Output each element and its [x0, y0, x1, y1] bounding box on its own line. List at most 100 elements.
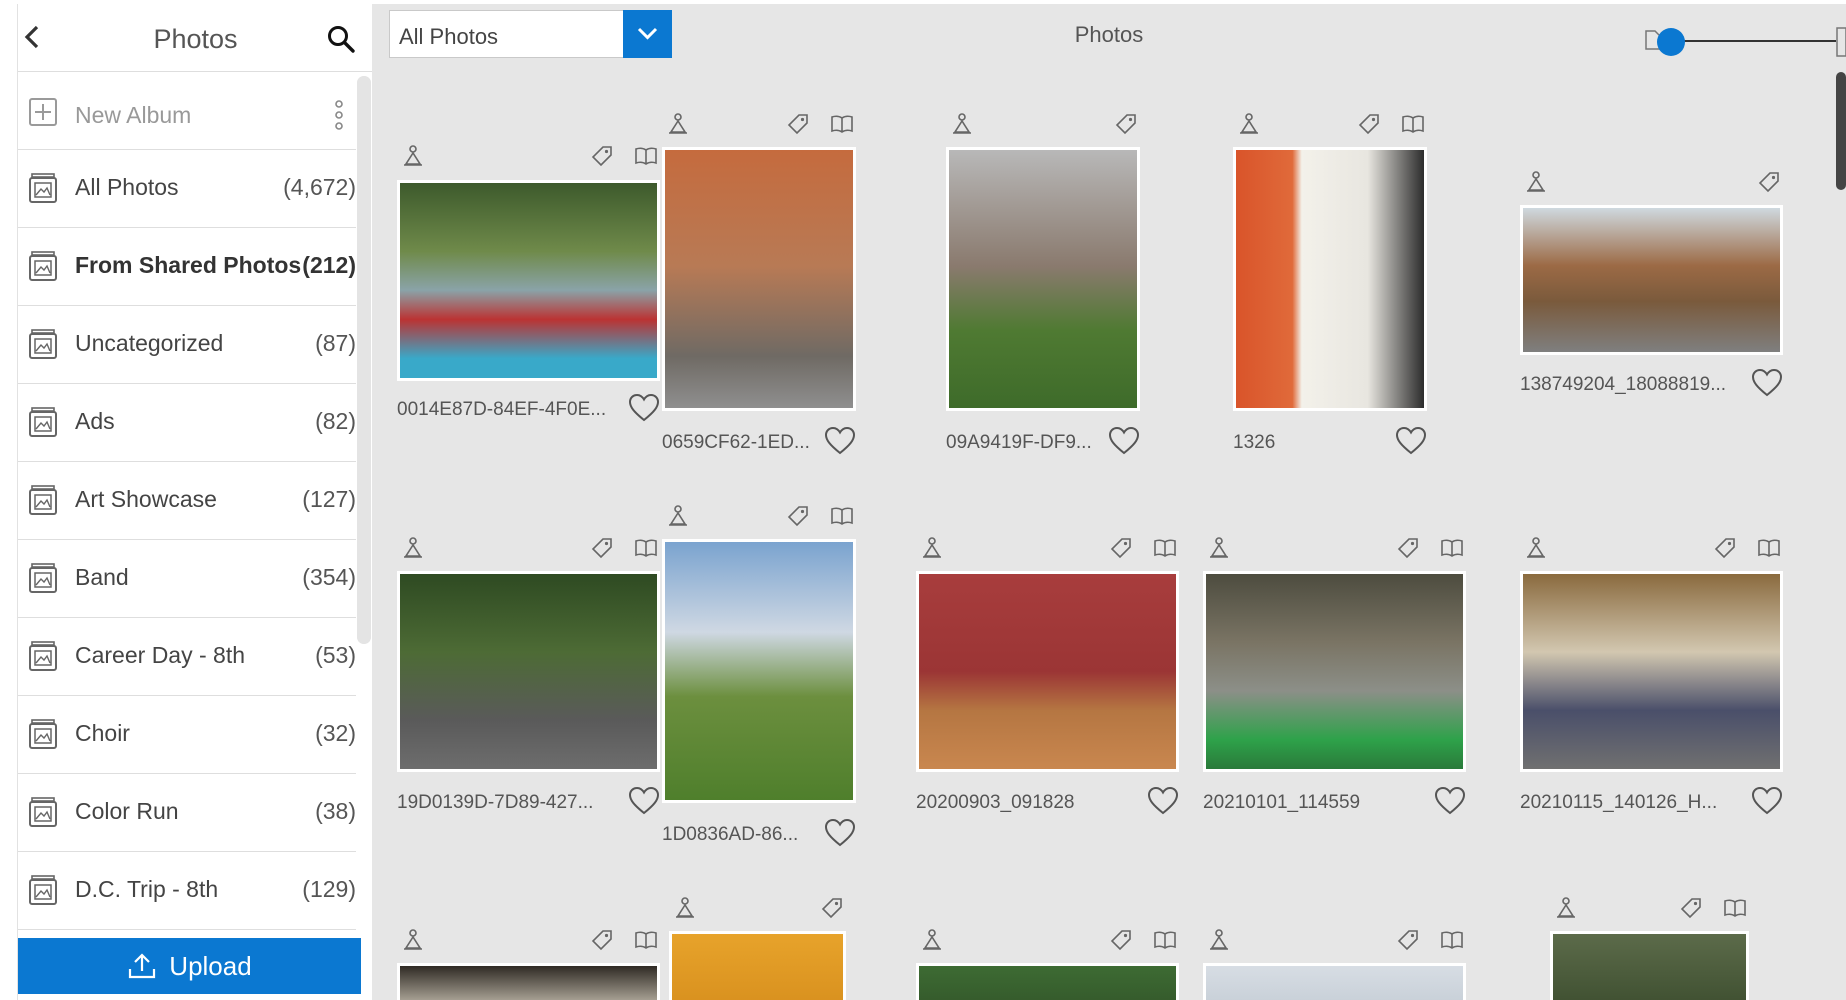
more-options-icon[interactable] [334, 99, 344, 131]
photo-album-icon [29, 173, 57, 203]
photo-thumbnail[interactable] [669, 931, 846, 1000]
book-icon[interactable] [1401, 112, 1425, 136]
person-tag-icon[interactable] [666, 504, 690, 528]
photo-thumbnail[interactable] [1233, 147, 1427, 411]
tag-icon[interactable] [786, 504, 810, 528]
sidebar-scrollbar-thumb[interactable] [357, 76, 371, 644]
photo-thumbnail[interactable] [397, 571, 660, 772]
photo-thumbnail[interactable] [397, 963, 660, 1000]
book-icon[interactable] [1153, 928, 1177, 952]
photo-album-icon [29, 251, 57, 281]
album-name: Color Run [75, 798, 179, 824]
photo-thumbnail[interactable] [1520, 205, 1783, 355]
favorite-heart-icon[interactable] [1108, 426, 1140, 456]
album-count: (127) [302, 486, 356, 512]
tag-icon[interactable] [820, 896, 844, 920]
photo-thumbnail[interactable] [1520, 571, 1783, 772]
album-name: Career Day - 8th [75, 642, 246, 668]
book-icon[interactable] [634, 928, 658, 952]
tag-icon[interactable] [1114, 112, 1138, 136]
photo-thumbnail[interactable] [397, 180, 660, 381]
album-row[interactable]: D.C. Trip - 8th (129) [18, 852, 356, 930]
book-icon[interactable] [1723, 896, 1747, 920]
photo-thumbnail[interactable] [1203, 571, 1466, 772]
album-row[interactable]: Art Showcase (127) [18, 462, 356, 540]
sidebar-scrollbar[interactable] [357, 76, 371, 644]
photo-thumbnail[interactable] [1203, 963, 1466, 1000]
person-tag-icon[interactable] [673, 896, 697, 920]
favorite-heart-icon[interactable] [1147, 786, 1179, 816]
search-icon[interactable] [326, 24, 356, 54]
tag-icon[interactable] [590, 144, 614, 168]
photo-thumbnail[interactable] [916, 571, 1179, 772]
tag-icon[interactable] [1109, 928, 1133, 952]
album-name: Ads [75, 408, 115, 434]
book-icon[interactable] [634, 536, 658, 560]
book-icon[interactable] [1153, 536, 1177, 560]
new-album-row[interactable]: New Album [18, 72, 356, 150]
tag-icon[interactable] [786, 112, 810, 136]
favorite-heart-icon[interactable] [1434, 786, 1466, 816]
person-tag-icon[interactable] [920, 928, 944, 952]
book-icon[interactable] [830, 112, 854, 136]
photo-file-name: 0659CF62-1ED... [662, 432, 810, 453]
person-tag-icon[interactable] [401, 144, 425, 168]
book-icon[interactable] [1440, 928, 1464, 952]
photo-album-icon [29, 875, 57, 905]
tag-icon[interactable] [1713, 536, 1737, 560]
album-row[interactable]: Ads (82) [18, 384, 356, 462]
tag-icon[interactable] [1396, 536, 1420, 560]
tag-icon[interactable] [590, 536, 614, 560]
favorite-heart-icon[interactable] [628, 786, 660, 816]
photo-file-name: 09A9419F-DF9... [946, 432, 1092, 453]
photo-file-name: 1D0836AD-86... [662, 824, 799, 845]
thumbnail-size-slider[interactable] [1626, 22, 1846, 62]
album-row[interactable]: Color Run (38) [18, 774, 356, 852]
person-tag-icon[interactable] [1524, 170, 1548, 194]
tag-icon[interactable] [1109, 536, 1133, 560]
photo-file-name: 0014E87D-84EF-4F0E... [397, 399, 607, 420]
person-tag-icon[interactable] [1524, 536, 1548, 560]
book-icon[interactable] [1440, 536, 1464, 560]
person-tag-icon[interactable] [1207, 536, 1231, 560]
favorite-heart-icon[interactable] [824, 818, 856, 848]
photo-thumbnail[interactable] [1550, 931, 1749, 1000]
tag-icon[interactable] [590, 928, 614, 952]
upload-button[interactable]: Upload [18, 938, 361, 994]
favorite-heart-icon[interactable] [1395, 426, 1427, 456]
favorite-heart-icon[interactable] [1751, 368, 1783, 398]
book-icon[interactable] [830, 504, 854, 528]
person-tag-icon[interactable] [950, 112, 974, 136]
album-row[interactable]: All Photos (4,672) [18, 150, 356, 228]
album-row[interactable]: Band (354) [18, 540, 356, 618]
album-row[interactable]: Uncategorized (87) [18, 306, 356, 384]
person-tag-icon[interactable] [666, 112, 690, 136]
photo-thumbnail[interactable] [662, 539, 856, 803]
tag-icon[interactable] [1357, 112, 1381, 136]
grid-scrollbar-thumb[interactable] [1836, 72, 1846, 190]
tag-icon[interactable] [1396, 928, 1420, 952]
book-icon[interactable] [634, 144, 658, 168]
tag-icon[interactable] [1679, 896, 1703, 920]
person-tag-icon[interactable] [401, 928, 425, 952]
photo-thumbnail[interactable] [916, 963, 1179, 1000]
grid-title: Photos [1074, 22, 1144, 47]
person-tag-icon[interactable] [1554, 896, 1578, 920]
album-row[interactable]: Choir (32) [18, 696, 356, 774]
person-tag-icon[interactable] [1237, 112, 1261, 136]
person-tag-icon[interactable] [1207, 928, 1231, 952]
photo-grid-panel: All Photos Photos 0014E87D-84EF-4F0E... 0… [372, 4, 1846, 1000]
favorite-heart-icon[interactable] [628, 393, 660, 423]
tag-icon[interactable] [1757, 170, 1781, 194]
favorite-heart-icon[interactable] [824, 426, 856, 456]
person-tag-icon[interactable] [920, 536, 944, 560]
book-icon[interactable] [1757, 536, 1781, 560]
album-row[interactable]: From Shared Photos (212) [18, 228, 356, 306]
photo-thumbnail[interactable] [946, 147, 1140, 411]
photo-thumbnail[interactable] [662, 147, 856, 411]
person-tag-icon[interactable] [401, 536, 425, 560]
grid-toolbar: All Photos Photos [372, 4, 1846, 70]
new-album-label: New Album [75, 102, 192, 128]
favorite-heart-icon[interactable] [1751, 786, 1783, 816]
album-row[interactable]: Career Day - 8th (53) [18, 618, 356, 696]
